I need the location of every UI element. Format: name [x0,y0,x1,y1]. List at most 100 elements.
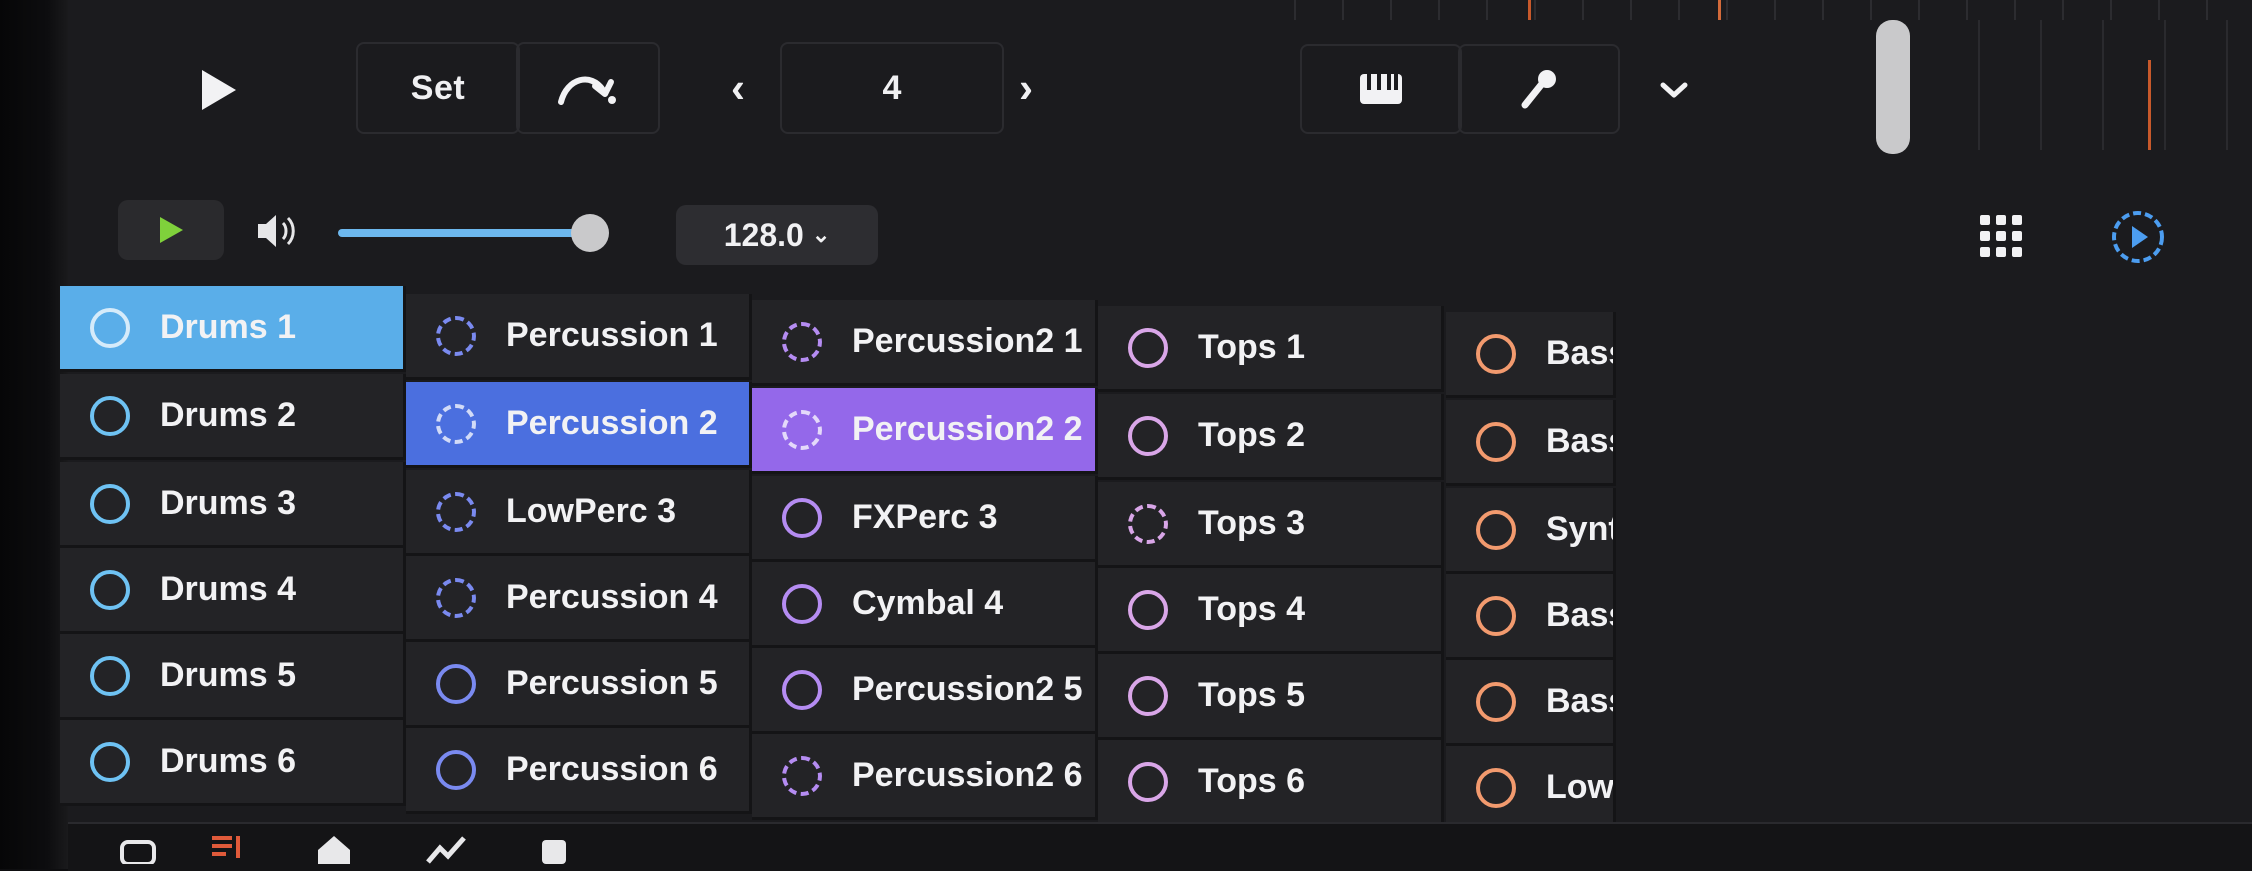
clip-ring-icon [1128,327,1168,368]
play-button[interactable] [168,50,268,130]
clip-cell[interactable]: Tops 1 [1098,306,1444,392]
clip-ring-icon [436,491,476,532]
clip-label: Bass [1546,334,1613,372]
clip-cell[interactable]: Synth [1446,488,1616,574]
redo-icon [558,76,616,105]
bottom-bar [68,822,2252,871]
clip-cell[interactable]: Drums 3 [60,462,406,548]
automation-icon[interactable] [424,834,468,869]
clip-cell[interactable]: Drums 4 [60,548,406,634]
clip-cell[interactable]: Tops 5 [1098,654,1444,740]
microphone-button[interactable] [1458,44,1620,134]
clip-cell[interactable]: Percussion 1 [406,294,752,380]
clip-cell[interactable]: Percussion 6 [406,728,752,814]
keyboard-button[interactable] [1300,44,1462,134]
clip-cell[interactable]: Bass [1446,400,1616,486]
bar-number-display[interactable]: 4 [780,42,1004,134]
clip-label: Synth [1546,510,1613,548]
clip-ring-icon [1476,681,1516,722]
next-bar-button[interactable]: › [996,52,1056,124]
clip-label: Tops 6 [1198,762,1306,800]
clip-ring-icon [90,395,130,436]
clip-ring-icon [1128,589,1168,630]
microphone-icon [1521,70,1556,109]
clip-cell[interactable]: Tops 3 [1098,482,1444,568]
bar-number: 4 [882,68,902,107]
clip-label: Drums 3 [160,484,297,522]
clip-cell[interactable]: Percussion 4 [406,556,752,642]
clip-cell[interactable]: LowPerc 3 [406,470,752,556]
set-label: Set [410,68,466,107]
clip-cell[interactable]: Drums 5 [60,634,406,720]
clip-ring-icon [436,663,476,704]
clip-label: Tops 5 [1198,676,1306,714]
volume-slider-track[interactable] [338,229,590,237]
clip-ring-icon [1476,421,1516,462]
clip-ring-icon [1476,767,1516,808]
clip-cell[interactable]: Bass [1446,312,1616,398]
clip-cell[interactable]: Percussion 2 [406,382,752,468]
clip-label: Bass [1546,682,1613,720]
clip-cell[interactable]: Tops 4 [1098,568,1444,654]
clip-cell[interactable]: Cymbal 4 [752,562,1098,648]
clip-cell[interactable]: Bass [1446,574,1616,660]
clip-label: Drums 2 [160,396,297,434]
clip-ring-icon [90,741,130,782]
clip-cell[interactable]: Percussion2 1 [752,300,1098,386]
clip-cell[interactable]: Bass [1446,660,1616,746]
redo-button[interactable] [516,42,660,134]
clip-ring-icon [782,321,822,362]
set-button[interactable]: Set [356,42,520,134]
previous-bar-button[interactable]: ‹ [708,52,768,124]
tempo-selector[interactable]: 128.0 ⌄ [676,205,878,265]
clip-ring-icon [782,497,822,538]
clip-ring-icon [436,403,476,444]
grid-view-button[interactable] [1978,213,2024,264]
clip-cell[interactable]: Percussion2 2 [752,388,1098,474]
clip-label: Drums 4 [160,570,297,608]
clip-cell[interactable]: Tops 6 [1098,740,1444,826]
play-all-scenes-button[interactable] [2110,209,2166,270]
daw-app: Set ‹ 4 › 128.0 ⌄ Drums 1 Drums 2 Drums … [60,0,2252,871]
clip-cell[interactable]: Percussion2 5 [752,648,1098,734]
clip-label: Cymbal 4 [852,584,1004,622]
keyboard-icon [1360,74,1402,104]
clip-ring-icon [1476,595,1516,636]
library-icon[interactable] [118,834,158,869]
clip-ring-icon [90,655,130,696]
clip-ring-icon [90,307,130,348]
monitor-bezel [0,0,68,869]
chevron-down-icon: ⌄ [811,222,831,247]
volume-slider-knob[interactable] [571,214,609,252]
clip-label: Percussion2 6 [852,756,1083,794]
play-scene-button[interactable] [118,200,224,260]
score-icon[interactable] [208,834,248,869]
clip-label: Percussion 4 [506,578,718,616]
ruler-marker [1528,0,1531,20]
clip-cell[interactable]: Drums 6 [60,720,406,806]
clip-label: Percussion2 2 [852,410,1083,448]
clip-cell[interactable]: Percussion2 6 [752,734,1098,820]
clip-cell[interactable]: Drums 1 [60,286,406,372]
clip-label: Tops 1 [1198,328,1306,366]
home-icon[interactable] [314,834,354,869]
clip-cell[interactable]: LowP [1446,746,1616,832]
clip-label: Tops 4 [1198,590,1306,628]
timeline-ruler[interactable] [1248,0,2252,20]
clip-cell[interactable]: Percussion 5 [406,642,752,728]
clip-cell[interactable]: FXPerc 3 [752,476,1098,562]
clip-cell[interactable]: Tops 2 [1098,394,1444,480]
share-icon[interactable] [534,834,574,869]
clip-label: Tops 3 [1198,504,1306,542]
clip-label: FXPerc 3 [852,498,998,536]
clip-label: Drums 6 [160,742,297,780]
clip-ring-icon [1128,503,1168,544]
speaker-icon[interactable] [254,209,300,258]
clip-cell[interactable]: Drums 2 [60,374,406,460]
clip-label: Drums 1 [160,308,297,346]
clip-ring-icon [436,749,476,790]
more-options-button[interactable] [1644,60,1704,120]
vertical-scrollbar[interactable] [1876,20,1910,154]
chevron-right-icon: › [1019,64,1033,111]
clip-ring-icon [1128,761,1168,802]
